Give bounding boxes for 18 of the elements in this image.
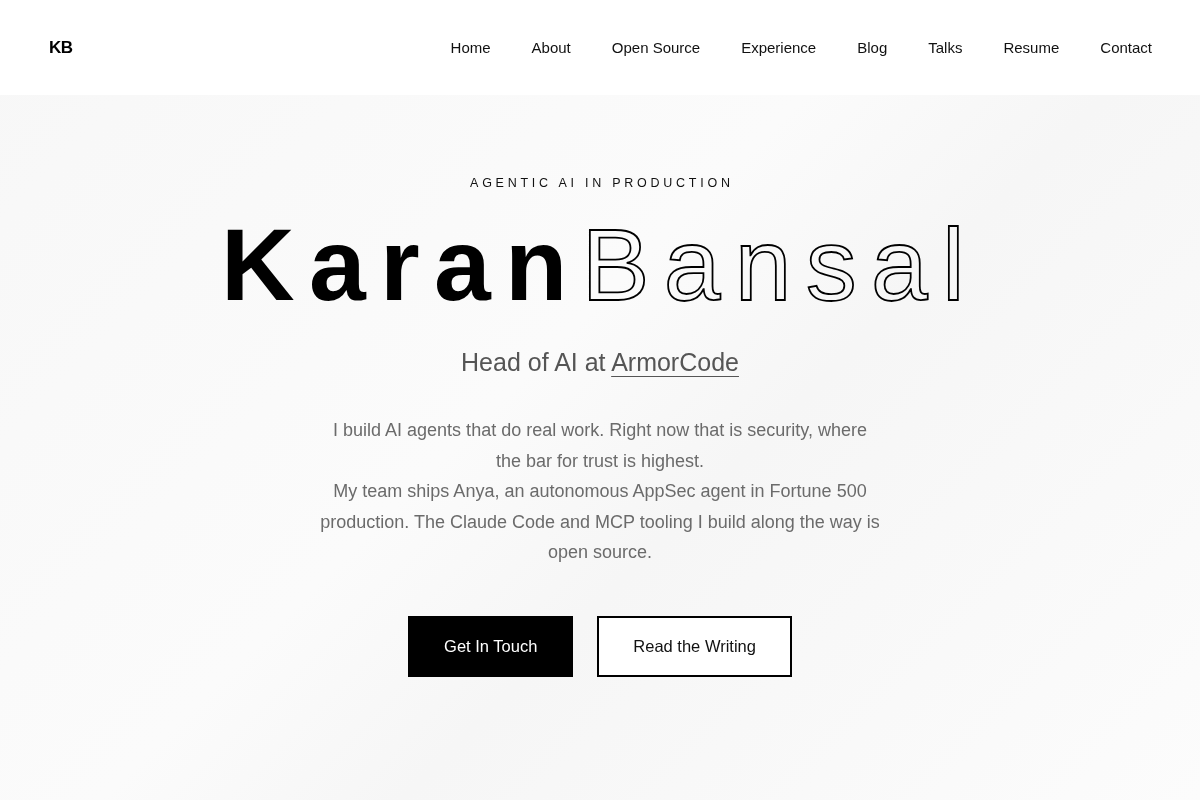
logo-link[interactable]: KB (49, 37, 73, 58)
nav-link[interactable]: About (531, 39, 571, 56)
nav-link[interactable]: Experience (741, 39, 817, 56)
nav-link[interactable]: Talks (928, 39, 963, 56)
first-name-heading: Karan (220, 207, 582, 324)
read-writing-button[interactable]: Read the Writing (597, 615, 792, 677)
get-in-touch-button[interactable]: Get In Touch (408, 615, 574, 677)
nav-link[interactable]: Open Source (611, 39, 701, 56)
nav-link[interactable]: Blog (857, 39, 888, 56)
nav-link[interactable]: Home (450, 39, 491, 56)
company-link[interactable]: ArmorCode (611, 348, 739, 376)
nav-link[interactable]: Resume (1003, 39, 1060, 56)
last-name-outline-heading: Bansal (581, 207, 980, 324)
intro-paragraph: I build AI agents that do real work. Right now that is security, where the bar for trust is highest. (332, 419, 868, 473)
role-text: Head of AI at ArmorCode (461, 348, 739, 377)
nav-link[interactable]: Contact (1100, 39, 1152, 56)
eyebrow-text: AGENTIC AI IN PRODUCTION (469, 176, 734, 190)
intro-paragraph: My team ships Anya, an autonomous AppSec agent in Fortune 500 production. The Claude Code and MCP tooling I build along the way is open source. (319, 480, 881, 565)
